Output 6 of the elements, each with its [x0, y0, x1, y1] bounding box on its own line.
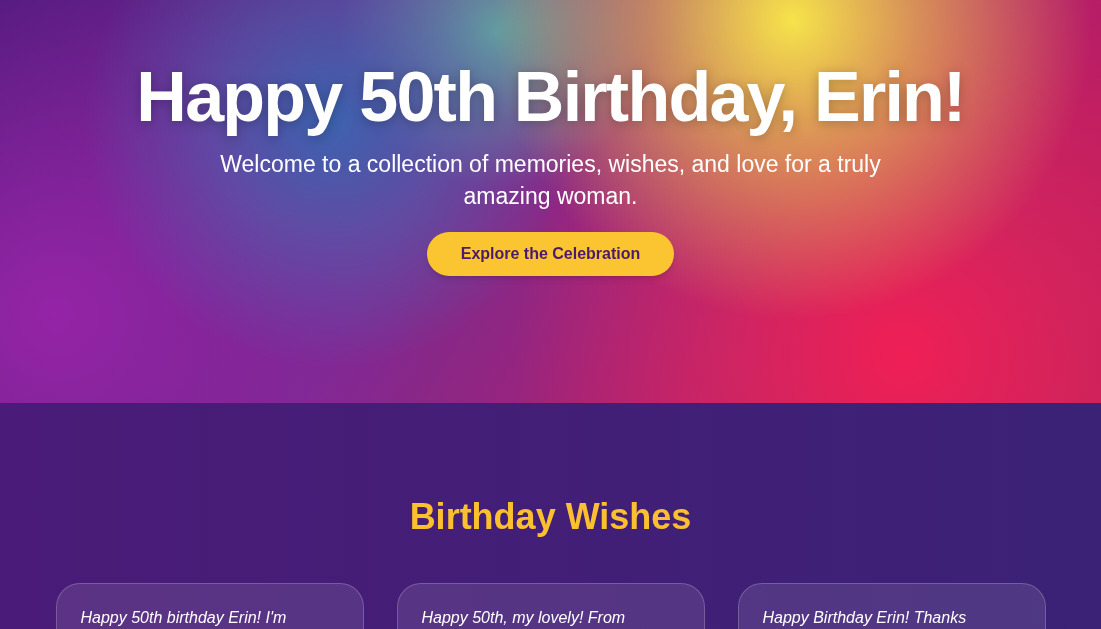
wish-text: Happy 50th, my lovely! From — [421, 608, 627, 628]
wish-text: Happy 50th birthday Erin! I'm — [80, 608, 288, 628]
explore-button[interactable]: Explore the Celebration — [427, 232, 674, 276]
hero-subtitle: Welcome to a collection of memories, wishes, and love for a truly amazing woman. — [219, 150, 882, 211]
wish-text: Happy Birthday Erin! Thanks — [762, 608, 968, 628]
section-heading: Birthday Wishes — [409, 499, 692, 535]
